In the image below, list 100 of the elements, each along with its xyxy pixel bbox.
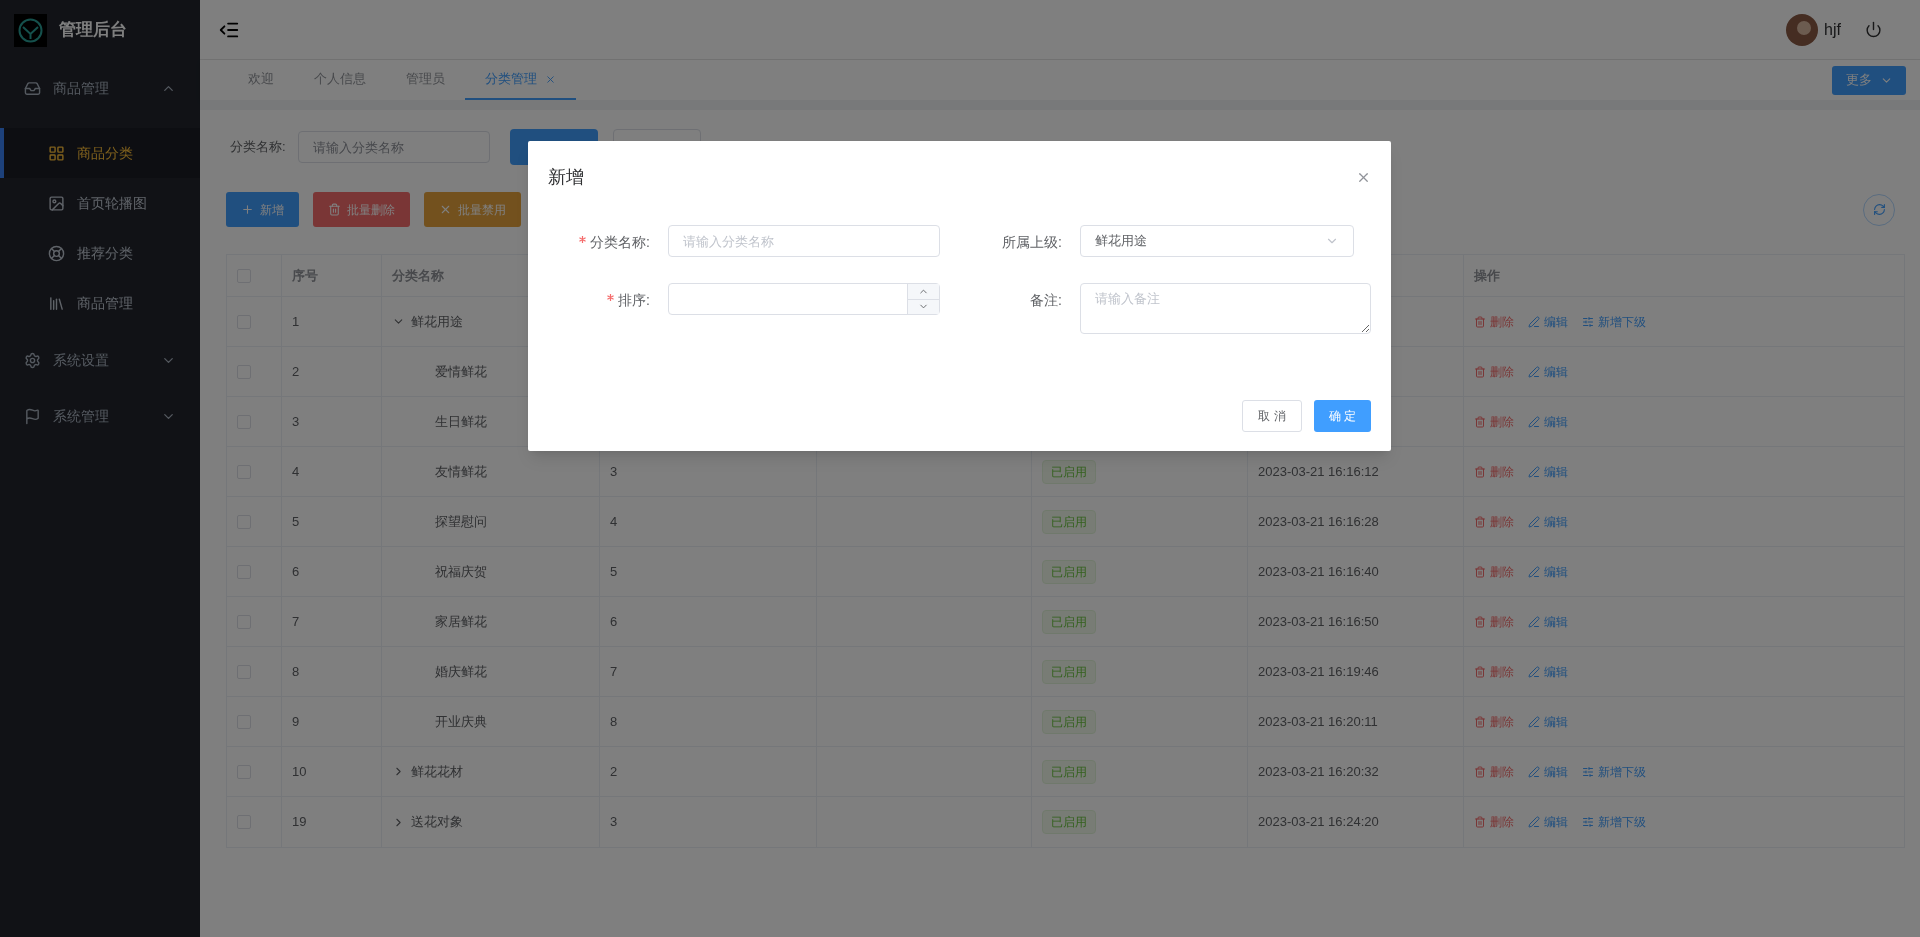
table-cell-text: 2: [292, 362, 300, 381]
status-tag: 已启用: [1042, 459, 1096, 484]
refresh-icon: [1872, 203, 1886, 216]
table-cell-text: 8: [292, 662, 300, 681]
table-cell-text: 2023-03-21 16:16:12: [1258, 462, 1379, 481]
table-cell-text: 婚庆鲜花: [435, 662, 487, 681]
menu-item[interactable]: 推荐分类: [0, 228, 200, 278]
table-cell-text: 9: [292, 712, 300, 731]
cancel-button[interactable]: 取 消: [1242, 400, 1302, 432]
table-cell-text: 7: [610, 662, 618, 681]
grid-icon: [48, 144, 65, 162]
app-title: 管理后台: [59, 19, 127, 42]
table-cell-text: 4: [610, 512, 618, 531]
menu-item[interactable]: 商品管理: [0, 278, 200, 328]
trash-icon: [1474, 615, 1486, 628]
action-link[interactable]: 删除: [1474, 462, 1514, 481]
action-link[interactable]: 新增下级: [1582, 312, 1646, 331]
menu-group[interactable]: 系统管理: [0, 388, 200, 444]
action-link[interactable]: 编辑: [1528, 362, 1568, 381]
table-cell-text: 2023-03-21 16:16:28: [1258, 512, 1379, 531]
action-link[interactable]: 编辑: [1528, 712, 1568, 731]
textarea-field[interactable]: 请输入备注: [1080, 283, 1371, 334]
trash-icon: [1474, 715, 1486, 728]
action-link[interactable]: 删除: [1474, 813, 1514, 831]
table-cell-text: 4: [292, 462, 300, 481]
avatar[interactable]: [1786, 13, 1819, 46]
action-link[interactable]: 编辑: [1528, 562, 1568, 581]
action-link[interactable]: 编辑: [1528, 813, 1568, 831]
pen-icon: [1528, 665, 1540, 678]
sliders-icon: [1582, 765, 1594, 778]
table-cell-text: 3: [610, 813, 618, 832]
dialog-title: 新增: [548, 165, 584, 189]
table-cell-text: 2: [610, 762, 618, 781]
table-cell-text: 3: [292, 412, 300, 431]
action-link[interactable]: 新增下级: [1582, 762, 1646, 781]
table-cell-text: 2023-03-21 16:24:20: [1258, 813, 1379, 832]
table-cell-text: 7: [292, 612, 300, 631]
table-cell-text: 家居鲜花: [435, 612, 487, 631]
action-link[interactable]: 删除: [1474, 412, 1514, 431]
action-link[interactable]: 删除: [1474, 312, 1514, 331]
inbox-icon: [24, 79, 41, 97]
action-link[interactable]: 删除: [1474, 662, 1514, 681]
select-field[interactable]: 鲜花用途: [1080, 225, 1354, 257]
close-icon[interactable]: [545, 73, 556, 85]
action-link[interactable]: 新增下级: [1582, 813, 1646, 831]
action-link[interactable]: 删除: [1474, 512, 1514, 531]
menu-item[interactable]: 商品分类: [0, 128, 200, 178]
trash-icon: [1474, 665, 1486, 678]
pen-icon: [1528, 715, 1540, 728]
ring-icon: [48, 244, 65, 262]
action-link[interactable]: 编辑: [1528, 512, 1568, 531]
table-cell-text: 5: [610, 562, 618, 581]
table-cell-text: 2023-03-21 16:16:40: [1258, 562, 1379, 581]
action-link[interactable]: 编辑: [1528, 312, 1568, 331]
user-name[interactable]: hjf: [1824, 17, 1841, 42]
input-field[interactable]: 请输入分类名称: [668, 225, 940, 257]
action-link[interactable]: 删除: [1474, 712, 1514, 731]
pen-icon: [1528, 365, 1540, 378]
pen-icon: [1528, 415, 1540, 428]
table-cell-text: 1: [292, 312, 300, 331]
gear-icon: [24, 351, 41, 369]
action-link[interactable]: 删除: [1474, 362, 1514, 381]
action-link[interactable]: 编辑: [1528, 662, 1568, 681]
books-icon: [48, 294, 65, 312]
menu-group[interactable]: 系统设置: [0, 332, 200, 388]
flag-icon: [24, 407, 41, 425]
logo-icon: [14, 13, 47, 47]
pen-icon: [1528, 765, 1540, 778]
number-field[interactable]: [668, 283, 940, 315]
toolbar-button[interactable]: 批量删除: [313, 192, 410, 227]
table-cell-text: 生日鲜花: [435, 412, 487, 431]
status-tag: 已启用: [1042, 559, 1096, 584]
toolbar-button[interactable]: 新增: [226, 192, 299, 227]
action-link[interactable]: 编辑: [1528, 462, 1568, 481]
action-link[interactable]: 删除: [1474, 762, 1514, 781]
table-cell-text: 19: [292, 813, 307, 832]
pen-icon: [1528, 615, 1540, 628]
table-cell-text: 鲜花花材: [411, 762, 463, 781]
table-cell-text: 2023-03-21 16:20:32: [1258, 762, 1379, 781]
action-link[interactable]: 编辑: [1528, 412, 1568, 431]
more-button[interactable]: 更多: [1832, 65, 1906, 95]
trash-icon: [1474, 365, 1486, 378]
status-tag: 已启用: [1042, 609, 1096, 634]
confirm-button[interactable]: 确 定: [1313, 400, 1371, 432]
table-cell-text: 爱情鲜花: [435, 362, 487, 381]
table-cell-text: 友情鲜花: [435, 462, 487, 481]
trash-icon: [1474, 515, 1486, 528]
table-cell-text: 开业庆典: [435, 712, 487, 731]
action-link[interactable]: 编辑: [1528, 612, 1568, 631]
power-icon[interactable]: [1865, 21, 1882, 38]
menu-item[interactable]: 首页轮播图: [0, 178, 200, 228]
action-link[interactable]: 删除: [1474, 612, 1514, 631]
sliders-icon: [1582, 816, 1594, 828]
action-link[interactable]: 编辑: [1528, 762, 1568, 781]
trash-icon: [1474, 465, 1486, 478]
trash-icon: [328, 203, 341, 216]
action-link[interactable]: 删除: [1474, 562, 1514, 581]
menu-group[interactable]: 商品管理: [0, 60, 200, 116]
table-cell-text: 6: [292, 562, 300, 581]
toolbar-button[interactable]: 批量禁用: [424, 192, 521, 227]
